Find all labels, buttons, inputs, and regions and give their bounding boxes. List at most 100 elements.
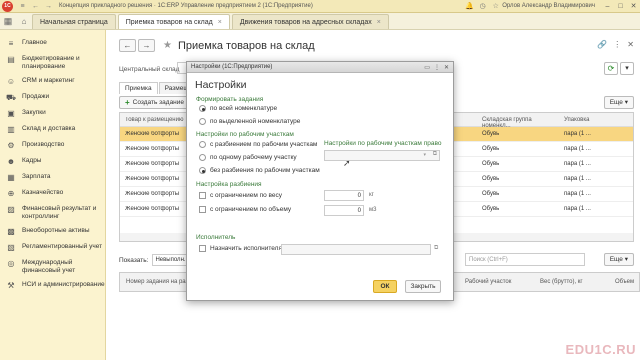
open-link-icon[interactable]: ⧉: [434, 245, 438, 252]
sidebar-item-warehouse[interactable]: ▥ Склад и доставка: [0, 122, 105, 138]
volume-unit: м3: [369, 207, 377, 213]
create-task-button[interactable]: + Создать задание: [119, 96, 191, 109]
sidebar-item-salary[interactable]: ▦ Зарплата: [0, 170, 105, 186]
favorite-star-icon[interactable]: ★: [163, 40, 172, 51]
sidebar-item-finance[interactable]: ▨ Финансовый результат и контроллинг: [0, 202, 105, 224]
tab-goods-movement[interactable]: Движения товаров на адресных складах ×: [231, 14, 389, 29]
close-window-button[interactable]: ✕: [627, 2, 640, 10]
back-button[interactable]: ←: [119, 39, 136, 52]
more-top-button[interactable]: ▾: [620, 62, 634, 75]
dialog-minimize-icon[interactable]: ▭: [424, 64, 430, 71]
sidebar-item-budgeting[interactable]: ▤ Бюджетирование и планирование: [0, 52, 105, 74]
bell-icon[interactable]: 🔔: [465, 2, 474, 11]
watermark-logo: EDU1C.RU: [565, 342, 636, 357]
weight-limit-input[interactable]: 0: [324, 190, 364, 201]
open-link-icon[interactable]: ⧉: [433, 151, 437, 158]
crm-icon: ☺: [6, 77, 16, 86]
sidebar-item-intl[interactable]: ◎ Международный финансовый учет: [0, 256, 105, 278]
sidebar-item-admin[interactable]: ⚒ НСИ и администрирование: [0, 278, 105, 294]
radio-all-items[interactable]: по всей номенклатуре: [199, 105, 277, 112]
intl-icon: ◎: [7, 259, 15, 268]
plus-icon: +: [125, 98, 130, 107]
dialog-window-title: Настройки (1С:Предприятие): [191, 64, 273, 70]
radio-selected-items[interactable]: по выделенной номенклатуре: [199, 118, 300, 125]
finance-icon: ▨: [7, 205, 15, 214]
sidebar-item-hr[interactable]: ☻ Кадры: [0, 154, 105, 170]
arrow-left-icon: ←: [123, 41, 132, 50]
close-button[interactable]: Закрыть: [405, 280, 441, 293]
salary-icon: ▦: [7, 173, 15, 182]
warehouse-label: Центральный склад: [119, 66, 180, 73]
radio-split-areas[interactable]: с разбиением по рабочим участкам: [199, 141, 317, 148]
close-tab-icon[interactable]: ×: [218, 19, 222, 26]
app-titlebar: 1С ≡ ← → Концепция прикладного решения ·…: [0, 0, 640, 13]
maximize-button[interactable]: □: [614, 3, 627, 10]
more-bottom-button[interactable]: Еще ▾: [603, 253, 634, 266]
checkbox-assign-executor[interactable]: Назначить исполнителя: [199, 245, 282, 252]
col-header-pack[interactable]: Упаковка: [564, 117, 634, 123]
checkbox-icon: [199, 192, 206, 199]
sidebar-item-treasury[interactable]: ⊕ Казначейство: [0, 186, 105, 202]
forward-icon[interactable]: →: [44, 2, 53, 11]
dialog-titlebar: Настройки (1С:Предприятие) ▭ ⋮ ✕: [187, 62, 453, 73]
col-header-volume[interactable]: Объем: [615, 279, 634, 285]
history-icon[interactable]: ◷: [478, 2, 487, 11]
dialog-close-icon[interactable]: ✕: [444, 64, 449, 71]
close-icon[interactable]: ✕: [627, 40, 634, 49]
refresh-button[interactable]: ⟳: [604, 62, 618, 75]
radio-one-area[interactable]: по одному рабочему участку: [199, 154, 297, 161]
sidebar-item-main[interactable]: ≡ Главное: [0, 36, 105, 52]
back-icon[interactable]: ←: [31, 2, 40, 11]
tab-home-page[interactable]: Начальная страница: [32, 14, 116, 29]
checkbox-volume-limit[interactable]: с ограничением по объему: [199, 206, 291, 213]
window-title: Концепция прикладного решения · 1С:ERP У…: [59, 3, 313, 9]
sidebar: ≡ Главное ▤ Бюджетирование и планирование …: [0, 30, 106, 360]
radio-empty-icon: [199, 118, 206, 125]
dropdown-icon[interactable]: ▾: [423, 152, 426, 158]
more-vert-icon[interactable]: ⋮: [613, 40, 621, 49]
warehouse-icon: ▥: [7, 125, 15, 134]
more-button[interactable]: Еще ▾: [603, 96, 634, 109]
search-input[interactable]: Поиск (Ctrl+F): [465, 253, 585, 266]
arrow-right-icon: →: [142, 41, 151, 50]
right-settings-field[interactable]: ▾ ⧉: [324, 150, 440, 161]
treasury-icon: ⊕: [7, 189, 15, 198]
checkbox-icon: [199, 245, 206, 252]
show-label: Показать:: [119, 256, 149, 264]
star-icon[interactable]: ☆: [491, 2, 500, 11]
sidebar-item-purchases[interactable]: ▣ Закупки: [0, 106, 105, 122]
group-executor-label: Исполнитель: [196, 234, 236, 241]
sidebar-item-assets[interactable]: ▩ Внеоборотные активы: [0, 224, 105, 240]
link-icon[interactable]: 🔗: [597, 40, 607, 49]
budget-icon: ▤: [7, 55, 15, 64]
radio-empty-icon: [199, 154, 206, 161]
radio-no-split[interactable]: без разбиения по рабочим участкам: [199, 167, 320, 174]
executor-field[interactable]: [281, 244, 431, 255]
radio-empty-icon: [199, 141, 206, 148]
apps-grid-icon[interactable]: ▦: [0, 13, 16, 29]
dialog-more-icon[interactable]: ⋮: [434, 64, 440, 71]
sidebar-item-accounting[interactable]: ▧ Регламентированный учет: [0, 240, 105, 256]
subtab-receipt[interactable]: Приемка: [119, 82, 158, 94]
tab-goods-receipt[interactable]: Приемка товаров на склад ×: [117, 14, 230, 29]
col-header-work-area[interactable]: Рабочий участок: [465, 279, 511, 285]
accounting-icon: ▧: [7, 243, 15, 252]
sidebar-item-sales[interactable]: ⛟ Продажи: [0, 90, 105, 106]
menu-icon[interactable]: ≡: [18, 2, 27, 11]
forward-button[interactable]: →: [138, 39, 155, 52]
col-header-weight[interactable]: Вес (брутто), кг: [540, 279, 583, 285]
home-icon[interactable]: ⌂: [16, 13, 32, 29]
sidebar-item-crm[interactable]: ☺ CRM и маркетинг: [0, 74, 105, 90]
1c-logo-icon: 1С: [2, 0, 13, 12]
close-tab-icon[interactable]: ×: [377, 19, 381, 26]
page-title: Приемка товаров на склад: [177, 39, 315, 52]
ok-button[interactable]: ОК: [373, 280, 397, 293]
factory-icon: ⚙: [7, 141, 15, 150]
checkbox-weight-limit[interactable]: с ограничением по весу: [199, 192, 282, 199]
user-name[interactable]: Орлов Александр Владимирович: [502, 3, 595, 9]
volume-limit-input[interactable]: 0: [324, 205, 364, 216]
group-split-label: Настройка разбиения: [196, 181, 262, 188]
minimize-button[interactable]: ‒: [601, 3, 614, 10]
sidebar-item-production[interactable]: ⚙ Производство: [0, 138, 105, 154]
right-settings-label: Настройки по рабочим участкам право: [324, 140, 442, 147]
